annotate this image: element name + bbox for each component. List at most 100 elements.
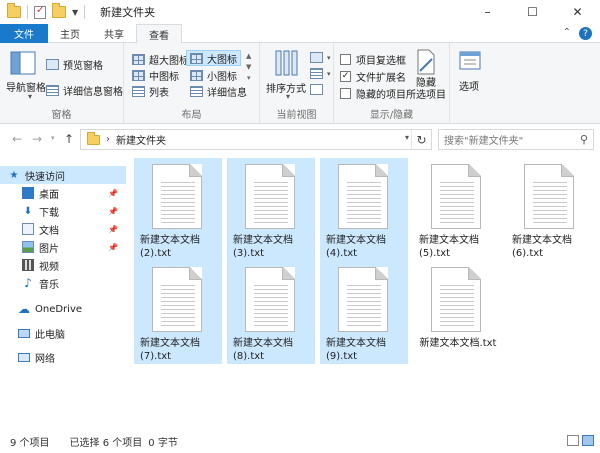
- chevron-down-icon: ▾: [327, 69, 331, 78]
- group-by-button[interactable]: ▾: [310, 52, 331, 63]
- hidden-items-toggle[interactable]: 隐藏的项目: [340, 86, 406, 101]
- customize-qat-dropdown-icon[interactable]: ▼: [72, 8, 78, 17]
- address-row: ← → ▾ ↑ › 新建文件夹 ▾ ↻ 搜索"新建文件夹" ⚲: [0, 124, 600, 154]
- details-view-icon[interactable]: [567, 435, 579, 446]
- more-layouts-icon[interactable]: ▾: [247, 73, 251, 84]
- preview-pane-label: 预览窗格: [63, 61, 103, 72]
- minimize-button[interactable]: –: [465, 0, 510, 24]
- forward-arrow-icon[interactable]: →: [32, 132, 42, 146]
- file-item[interactable]: 新建文本文档 (5).txt: [413, 158, 501, 261]
- options-button[interactable]: 选项: [459, 78, 479, 93]
- pin-icon[interactable]: 📌: [108, 189, 118, 198]
- window-controls: – ☐ ✕: [465, 0, 600, 24]
- xlarge-icons-button[interactable]: 超大图标: [132, 52, 189, 67]
- expand-ribbon-icon[interactable]: ⌃: [563, 27, 571, 40]
- maximize-button[interactable]: ☐: [510, 0, 555, 24]
- checkbox-icon[interactable]: [340, 88, 351, 99]
- nav-item-desktop[interactable]: 桌面 📌: [0, 184, 126, 202]
- file-item[interactable]: 新建文本文档 (7).txt: [134, 261, 222, 364]
- options-icon: [459, 51, 481, 70]
- item-count: 9 个项目: [10, 438, 50, 449]
- chevron-down-icon[interactable]: ▾: [286, 92, 290, 101]
- tab-home[interactable]: 主页: [48, 24, 92, 43]
- large-icons-view-icon[interactable]: [582, 435, 594, 446]
- nav-item-pictures[interactable]: 图片 📌: [0, 238, 126, 256]
- navigation-pane-button[interactable]: 导航窗格: [6, 79, 46, 94]
- file-item[interactable]: 新建文本文档 (3).txt: [227, 158, 315, 261]
- pin-icon[interactable]: 📌: [108, 243, 118, 252]
- add-columns-button[interactable]: ▾: [310, 68, 331, 79]
- file-extensions-toggle[interactable]: ✓ 文件扩展名: [340, 69, 406, 84]
- new-folder-icon[interactable]: [52, 3, 66, 18]
- list-view-button[interactable]: 列表: [132, 84, 169, 99]
- tab-view[interactable]: 查看: [136, 24, 182, 44]
- nav-item-downloads[interactable]: ⬇ 下载 📌: [0, 202, 126, 220]
- file-item[interactable]: 新建文本文档 (6).txt: [506, 158, 594, 261]
- refresh-icon[interactable]: ↻: [411, 130, 431, 149]
- pin-icon[interactable]: 📌: [108, 225, 118, 234]
- nav-network[interactable]: 网络: [0, 348, 126, 366]
- up-arrow-icon[interactable]: ↑: [64, 132, 74, 146]
- chevron-right-icon[interactable]: ›: [106, 134, 110, 145]
- checkbox-icon[interactable]: [340, 54, 351, 65]
- recent-locations-icon[interactable]: ▾: [51, 134, 55, 142]
- nav-item-music[interactable]: ♪ 音乐: [0, 274, 126, 292]
- scroll-down-icon[interactable]: ▼: [246, 62, 251, 73]
- search-input[interactable]: 搜索"新建文件夹" ⚲: [438, 129, 594, 150]
- back-arrow-icon[interactable]: ←: [12, 132, 22, 146]
- file-item[interactable]: 新建文本文档 (8).txt: [227, 261, 315, 364]
- chevron-down-icon[interactable]: ▾: [28, 92, 32, 101]
- text-file-icon: [245, 267, 295, 332]
- item-checkboxes-label: 项目复选框: [356, 56, 406, 67]
- ribbon: 导航窗格 ▾ 预览窗格 详细信息窗格 窗格 超大图标 大图标 中图标 小图标 列…: [0, 43, 600, 124]
- nav-label: 文档: [39, 225, 59, 237]
- scroll-up-icon[interactable]: ▲: [246, 51, 251, 62]
- add-columns-icon: [310, 68, 323, 79]
- address-dropdown-icon[interactable]: ▾: [405, 133, 409, 142]
- medium-icons-button[interactable]: 中图标: [132, 68, 179, 83]
- preview-pane-button[interactable]: 预览窗格: [46, 57, 103, 72]
- search-icon[interactable]: ⚲: [580, 133, 588, 146]
- nav-item-documents[interactable]: 文档 📌: [0, 220, 126, 238]
- nav-label: 视频: [39, 261, 59, 273]
- checkbox-checked-icon[interactable]: ✓: [340, 71, 351, 82]
- xlarge-icons-icon: [132, 54, 145, 65]
- nav-onedrive[interactable]: ☁ OneDrive: [0, 300, 126, 318]
- large-icons-button[interactable]: 大图标: [186, 50, 241, 66]
- details-pane-button[interactable]: 详细信息窗格: [46, 83, 123, 98]
- file-name: 新建文本文档 (3).txt: [233, 235, 293, 259]
- selection-count: 已选择 6 个项目: [69, 438, 143, 449]
- file-item[interactable]: 新建文本文档.txt: [413, 261, 501, 364]
- divider: [84, 5, 86, 19]
- file-item[interactable]: 新建文本文档 (9).txt: [320, 261, 408, 364]
- pin-icon[interactable]: 📌: [108, 207, 118, 216]
- small-icons-button[interactable]: 小图标: [190, 68, 237, 83]
- show-hide-group: 项目复选框 ✓ 文件扩展名 隐藏的项目 隐藏 所选项目 显示/隐藏: [334, 43, 450, 124]
- close-button[interactable]: ✕: [555, 0, 600, 24]
- hide-selected-button[interactable]: 隐藏 所选项目: [406, 78, 446, 102]
- tab-file[interactable]: 文件: [0, 24, 48, 43]
- file-item[interactable]: 新建文本文档 (4).txt: [320, 158, 408, 261]
- address-bar[interactable]: › 新建文件夹 ▾ ↻: [80, 129, 432, 150]
- file-item[interactable]: 新建文本文档 (2).txt: [134, 158, 222, 261]
- item-checkboxes-toggle[interactable]: 项目复选框: [340, 52, 406, 67]
- nav-label: OneDrive: [35, 303, 83, 315]
- file-name: 新建文本文档 (9).txt: [326, 338, 386, 362]
- details-view-button[interactable]: 详细信息: [190, 84, 247, 99]
- size-columns-icon: [310, 84, 323, 95]
- size-columns-button[interactable]: [310, 84, 327, 95]
- help-icon[interactable]: ?: [579, 27, 592, 40]
- text-file-icon: [152, 267, 202, 332]
- file-name: 新建文本文档 (4).txt: [326, 235, 386, 259]
- text-file-icon: [245, 164, 295, 229]
- layout-scroll[interactable]: ▲ ▼ ▾: [246, 51, 251, 84]
- tab-share[interactable]: 共享: [92, 24, 136, 43]
- group-by-icon: [310, 52, 323, 63]
- nav-item-videos[interactable]: 视频: [0, 256, 126, 274]
- properties-icon[interactable]: [34, 5, 46, 19]
- nav-this-pc[interactable]: 此电脑: [0, 324, 126, 342]
- star-icon: ★: [9, 169, 19, 181]
- nav-quick-access[interactable]: ★ 快速访问: [0, 166, 126, 184]
- breadcrumb[interactable]: 新建文件夹: [116, 132, 166, 147]
- title-bar: ▼ 新建文件夹 – ☐ ✕: [0, 0, 600, 24]
